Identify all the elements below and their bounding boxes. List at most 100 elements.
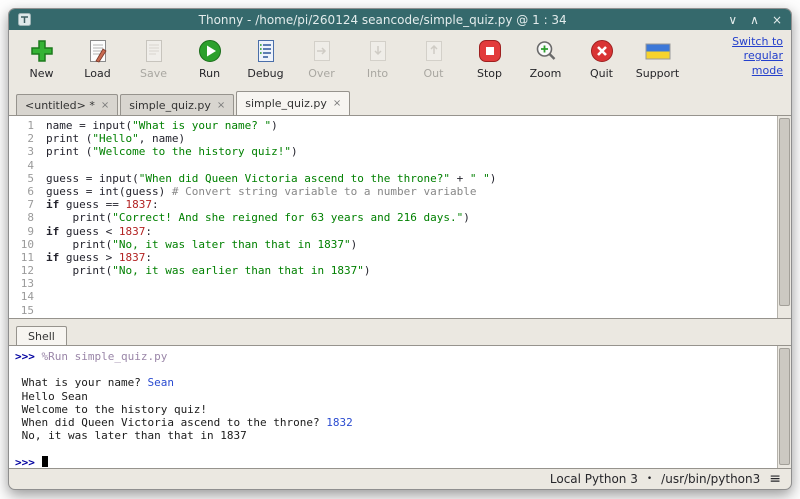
toolbar-button-label: Run bbox=[199, 67, 220, 80]
toolbar-button-quit[interactable]: Quit bbox=[577, 34, 626, 80]
code-line: if guess < 1837: bbox=[46, 225, 777, 238]
line-number: 11 bbox=[9, 251, 34, 264]
editor-shell-splitter[interactable] bbox=[9, 319, 791, 326]
titlebar[interactable]: Thonny - /home/pi/260124 seancode/simple… bbox=[9, 9, 791, 30]
tab-close-icon[interactable]: × bbox=[217, 100, 225, 111]
window-title: Thonny - /home/pi/260124 seancode/simple… bbox=[37, 13, 728, 27]
shell-header: Shell bbox=[9, 326, 791, 345]
toolbar-button-debug[interactable]: Debug bbox=[241, 34, 290, 80]
editor-vertical-scrollbar[interactable] bbox=[777, 116, 791, 318]
toolbar-button-label: Load bbox=[84, 67, 110, 80]
tab-simple-quiz-py[interactable]: simple_quiz.py × bbox=[236, 91, 350, 115]
new-file-icon bbox=[29, 36, 55, 66]
toolbar-button-label: Support bbox=[636, 67, 679, 80]
maximize-icon[interactable]: ∧ bbox=[750, 14, 759, 26]
shell-line: Welcome to the history quiz! bbox=[15, 403, 777, 416]
shell-panel: >>> %Run simple_quiz.py What is your nam… bbox=[9, 345, 791, 469]
shell-tab-label: Shell bbox=[28, 330, 55, 343]
step-over-icon bbox=[309, 36, 335, 66]
step-out-icon bbox=[421, 36, 447, 66]
window-controls: ∨ ∧ × bbox=[728, 14, 782, 26]
toolbar-button-label: Debug bbox=[247, 67, 283, 80]
code-line: guess = int(guess) # Convert string vari… bbox=[46, 185, 777, 198]
shell-scrollbar-thumb[interactable] bbox=[779, 348, 790, 465]
editor-scrollbar-thumb[interactable] bbox=[779, 118, 790, 306]
line-number-gutter: 123456789101112131415 bbox=[9, 116, 41, 318]
toolbar-button-out: Out bbox=[409, 34, 458, 80]
shell-output[interactable]: >>> %Run simple_quiz.py What is your nam… bbox=[9, 346, 777, 468]
line-number: 10 bbox=[9, 238, 34, 251]
line-number: 13 bbox=[9, 277, 34, 290]
code-line: guess = input("When did Queen Victoria a… bbox=[46, 172, 777, 185]
shell-cursor bbox=[42, 456, 48, 467]
line-number: 4 bbox=[9, 159, 34, 172]
shell-line bbox=[15, 363, 777, 376]
tab-close-icon[interactable]: × bbox=[101, 100, 109, 111]
toolbar-button-label: Over bbox=[308, 67, 334, 80]
line-number: 1 bbox=[9, 119, 34, 132]
code-line: if guess > 1837: bbox=[46, 251, 777, 264]
shell-line: >>> bbox=[15, 456, 777, 469]
interpreter-path[interactable]: /usr/bin/python3 bbox=[661, 472, 760, 486]
code-line: if guess == 1837: bbox=[46, 198, 777, 211]
interpreter-label[interactable]: Local Python 3 bbox=[550, 472, 638, 486]
thonny-logo-icon bbox=[18, 13, 31, 26]
code-line bbox=[46, 290, 777, 303]
tab-simple-quiz-py[interactable]: simple_quiz.py × bbox=[120, 94, 234, 115]
toolbar-button-zoom[interactable]: Zoom bbox=[521, 34, 570, 80]
tab-label: simple_quiz.py bbox=[129, 99, 211, 112]
toolbar-button-stop[interactable]: Stop bbox=[465, 34, 514, 80]
code-line: print ("Welcome to the history quiz!") bbox=[46, 145, 777, 158]
close-icon[interactable]: × bbox=[772, 14, 782, 26]
tab-label: <untitled> * bbox=[25, 99, 95, 112]
code-line: print("No, it was earlier than that in 1… bbox=[46, 264, 777, 277]
shell-line: Hello Sean bbox=[15, 390, 777, 403]
toolbar-button-load[interactable]: Load bbox=[73, 34, 122, 80]
toolbar-button-label: Out bbox=[424, 67, 444, 80]
code-line bbox=[46, 277, 777, 290]
toolbar-button-label: Quit bbox=[590, 67, 613, 80]
code-line bbox=[46, 159, 777, 172]
tab-close-icon[interactable]: × bbox=[333, 98, 341, 109]
thonny-window: Thonny - /home/pi/260124 seancode/simple… bbox=[8, 8, 792, 490]
toolbar-button-label: Stop bbox=[477, 67, 502, 80]
editor-tabbar: <untitled> *×simple_quiz.py×simple_quiz.… bbox=[9, 90, 791, 115]
stop-icon bbox=[477, 36, 503, 66]
code-line: print("No, it was later than that in 183… bbox=[46, 238, 777, 251]
code-editor[interactable]: 123456789101112131415 name = input("What… bbox=[9, 115, 791, 319]
toolbar-button-label: New bbox=[30, 67, 54, 80]
minimize-icon[interactable]: ∨ bbox=[728, 14, 737, 26]
code-line bbox=[46, 304, 777, 317]
code-area[interactable]: name = input("What is your name? ")print… bbox=[41, 116, 777, 318]
line-number: 9 bbox=[9, 225, 34, 238]
code-line: print("Correct! And she reigned for 63 y… bbox=[46, 211, 777, 224]
switch-mode-link[interactable]: Switch to regular mode bbox=[717, 34, 783, 78]
backend-menu-icon[interactable]: ≡ bbox=[769, 471, 781, 487]
line-number: 14 bbox=[9, 290, 34, 303]
debug-icon bbox=[253, 36, 279, 66]
support-flag-icon bbox=[645, 36, 671, 66]
line-number: 7 bbox=[9, 198, 34, 211]
shell-tab[interactable]: Shell bbox=[16, 326, 67, 345]
toolbar-button-save: Save bbox=[129, 34, 178, 80]
toolbar-button-support[interactable]: Support bbox=[633, 34, 682, 80]
toolbar-button-new[interactable]: New bbox=[17, 34, 66, 80]
shell-line: No, it was later than that in 1837 bbox=[15, 429, 777, 442]
tab-untitled[interactable]: <untitled> * × bbox=[16, 94, 118, 115]
toolbar-button-label: Zoom bbox=[530, 67, 562, 80]
code-line: print ("Hello", name) bbox=[46, 132, 777, 145]
toolbar-button-into: Into bbox=[353, 34, 402, 80]
line-number: 15 bbox=[9, 304, 34, 317]
tab-label: simple_quiz.py bbox=[245, 97, 327, 110]
statusbar: Local Python 3 • /usr/bin/python3 ≡ bbox=[9, 469, 791, 489]
toolbar-button-label: Into bbox=[367, 67, 388, 80]
toolbar-button-run[interactable]: Run bbox=[185, 34, 234, 80]
shell-line: When did Queen Victoria ascend to the th… bbox=[15, 416, 777, 429]
shell-vertical-scrollbar[interactable] bbox=[777, 346, 791, 468]
toolbar-button-over: Over bbox=[297, 34, 346, 80]
line-number: 3 bbox=[9, 145, 34, 158]
line-number: 6 bbox=[9, 185, 34, 198]
shell-line bbox=[15, 442, 777, 455]
run-icon bbox=[197, 36, 223, 66]
save-file-icon bbox=[141, 36, 167, 66]
